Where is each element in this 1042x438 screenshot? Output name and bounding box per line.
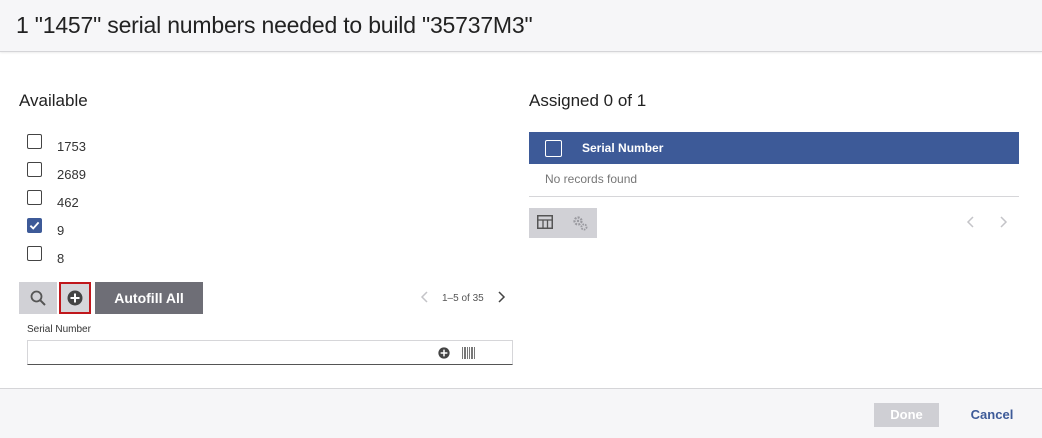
serial-label: 8	[57, 251, 65, 266]
done-button[interactable]: Done	[874, 403, 939, 427]
checkbox[interactable]	[27, 246, 42, 261]
search-icon	[30, 290, 46, 306]
serial-number-input[interactable]	[30, 343, 434, 364]
select-all-checkbox[interactable]	[545, 140, 562, 157]
checkbox[interactable]	[27, 134, 42, 149]
autofill-all-button[interactable]: Autofill All	[95, 282, 203, 314]
pager-range: 1–5 of 35	[442, 293, 484, 304]
column-header-serial-number[interactable]: Serial Number	[582, 141, 663, 155]
serial-number-label: Serial Number	[27, 324, 91, 335]
chevron-right-icon[interactable]	[998, 215, 1008, 229]
serial-label: 462	[57, 195, 79, 210]
serial-label: 1753	[57, 139, 86, 154]
checkbox-checked[interactable]	[27, 218, 42, 233]
plus-circle-icon	[67, 290, 83, 306]
divider	[529, 196, 1019, 197]
settings-gears-icon[interactable]	[571, 214, 589, 232]
plus-circle-icon[interactable]	[438, 347, 450, 359]
chevron-left-icon[interactable]	[966, 215, 976, 229]
assigned-grid-header: Serial Number	[529, 132, 1019, 164]
available-title: Available	[19, 91, 88, 110]
dialog-header: 1 "1457" serial numbers needed to build …	[0, 0, 1042, 52]
table-icon[interactable]	[537, 215, 553, 229]
chevron-right-icon[interactable]	[496, 290, 506, 304]
empty-message: No records found	[545, 172, 638, 186]
assigned-title: Assigned 0 of 1	[529, 91, 647, 110]
checkbox[interactable]	[27, 190, 42, 205]
search-button[interactable]	[19, 282, 57, 314]
barcode-icon[interactable]	[462, 347, 475, 359]
checkbox[interactable]	[27, 162, 42, 177]
dialog-footer: Done Cancel	[0, 388, 1042, 438]
serial-number-field	[27, 340, 513, 365]
add-serial-button[interactable]	[59, 282, 91, 314]
grid-toolbar	[529, 208, 597, 238]
check-icon	[29, 221, 40, 230]
serial-label: 9	[57, 223, 65, 238]
serial-label: 2689	[57, 167, 86, 182]
dialog-title: 1 "1457" serial numbers needed to build …	[16, 12, 533, 38]
chevron-left-icon[interactable]	[420, 290, 430, 304]
cancel-button[interactable]: Cancel	[966, 403, 1018, 427]
